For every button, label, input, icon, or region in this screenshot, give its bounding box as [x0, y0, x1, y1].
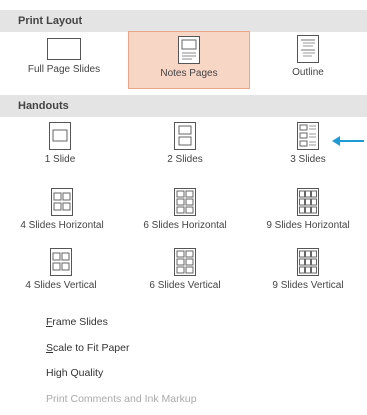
arrow-left-icon [332, 136, 364, 146]
six-slides-horizontal-icon [174, 188, 196, 216]
handout-2-slides-option[interactable]: 2 Slides [155, 122, 215, 182]
three-slides-handout-icon [297, 122, 319, 150]
print-layout-header: Print Layout [0, 10, 367, 32]
outline-option[interactable]: Outline [258, 32, 358, 88]
scale-to-fit-label: cale to Fit Paper [53, 342, 130, 354]
notes-pages-option[interactable]: Notes Pages [128, 31, 250, 89]
outline-label: Outline [292, 67, 324, 78]
scale-to-fit-paper-command[interactable]: Scale to Fit Paper [46, 342, 129, 354]
six-slides-vertical-icon [174, 248, 196, 276]
print-layout-header-label: Print Layout [18, 15, 83, 27]
scale-to-fit-mnemonic: S [46, 342, 54, 354]
nine-slides-horizontal-icon [297, 188, 319, 216]
handout-6-slides-vertical-option[interactable]: 6 Slides Vertical [130, 248, 240, 300]
handout-4-slides-horizontal-label: 4 Slides Horizontal [20, 220, 104, 231]
frame-slides-label: rame Slides [52, 316, 108, 328]
print-layout-dropdown: Print Layout Full Page Slides Notes Page… [0, 0, 367, 415]
handout-9-slides-horizontal-option[interactable]: 9 Slides Horizontal [250, 188, 366, 240]
handouts-header: Handouts [0, 95, 367, 117]
handout-2-slides-label: 2 Slides [167, 154, 203, 165]
handout-6-slides-vertical-label: 6 Slides Vertical [149, 280, 221, 291]
print-comments-label: Print Comments and Ink Markup [46, 393, 197, 405]
notes-page-icon [178, 36, 200, 64]
full-page-slides-option[interactable]: Full Page Slides [8, 32, 120, 88]
frame-slides-command[interactable]: Frame Slides [46, 316, 108, 328]
full-page-slides-label: Full Page Slides [27, 64, 101, 75]
handouts-header-label: Handouts [18, 100, 69, 112]
high-quality-command[interactable]: High Quality [46, 367, 103, 379]
nine-slides-vertical-icon [297, 248, 319, 276]
four-slides-horizontal-icon [51, 188, 73, 216]
notes-pages-label: Notes Pages [160, 68, 218, 79]
handout-4-slides-vertical-label: 4 Slides Vertical [25, 280, 97, 291]
handout-9-slides-horizontal-label: 9 Slides Horizontal [266, 220, 350, 231]
handout-6-slides-horizontal-label: 6 Slides Horizontal [143, 220, 227, 231]
handout-6-slides-horizontal-option[interactable]: 6 Slides Horizontal [125, 188, 245, 240]
handout-3-slides-option[interactable]: 3 Slides [278, 122, 338, 182]
handout-4-slides-horizontal-option[interactable]: 4 Slides Horizontal [2, 188, 122, 240]
print-comments-command: Print Comments and Ink Markup [46, 393, 197, 405]
handout-9-slides-vertical-label: 9 Slides Vertical [272, 280, 344, 291]
handout-3-slides-label: 3 Slides [290, 154, 326, 165]
handout-9-slides-vertical-option[interactable]: 9 Slides Vertical [256, 248, 360, 300]
two-slides-handout-icon [174, 122, 196, 150]
full-page-slide-icon [47, 38, 81, 60]
handout-4-slides-vertical-option[interactable]: 4 Slides Vertical [8, 248, 114, 300]
one-slide-handout-icon [49, 122, 71, 150]
outline-icon [297, 35, 319, 63]
handout-1-slide-label: 1 Slide [44, 154, 76, 165]
four-slides-vertical-icon [50, 248, 72, 276]
handout-1-slide-option[interactable]: 1 Slide [30, 122, 90, 182]
high-quality-label: High Quality [46, 367, 104, 379]
